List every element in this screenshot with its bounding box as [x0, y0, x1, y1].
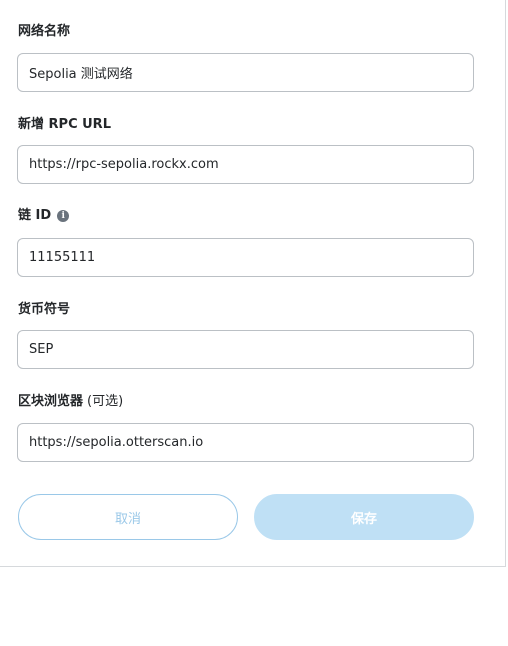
save-button-label: 保存 [350, 511, 377, 527]
block-explorer-label: 区块浏览器 (可选) [18, 393, 123, 411]
currency-symbol-label: 货币符号 [18, 301, 70, 319]
rpc-url-label: 新增 RPC URL [18, 116, 111, 134]
network-name-input[interactable] [17, 53, 474, 92]
chain-id-label-text: 链 ID [18, 208, 52, 223]
currency-symbol-label-text: 货币符号 [18, 302, 71, 317]
cancel-button[interactable]: 取消 [18, 494, 238, 540]
chain-id-label: 链 ID i [18, 207, 70, 225]
cancel-button-label: 取消 [114, 511, 141, 527]
network-name-label-text: 网络名称 [18, 24, 71, 39]
block-explorer-input[interactable] [17, 423, 474, 462]
network-name-label: 网络名称 [18, 23, 70, 41]
rpc-url-label-text: 新增 RPC URL [18, 117, 111, 132]
block-explorer-label-text: 区块浏览器 [18, 394, 84, 409]
info-icon[interactable]: i [57, 210, 70, 222]
save-button[interactable]: 保存 [254, 494, 474, 540]
network-form-panel: 网络名称 新增 RPC URL 链 IDi 货币符号 区块浏览器(可选) 取消 … [0, 0, 506, 567]
optional-tag: (可选) [87, 394, 124, 409]
chain-id-input[interactable] [17, 238, 474, 277]
currency-symbol-input[interactable] [17, 330, 474, 369]
rpc-url-input[interactable] [17, 145, 474, 184]
